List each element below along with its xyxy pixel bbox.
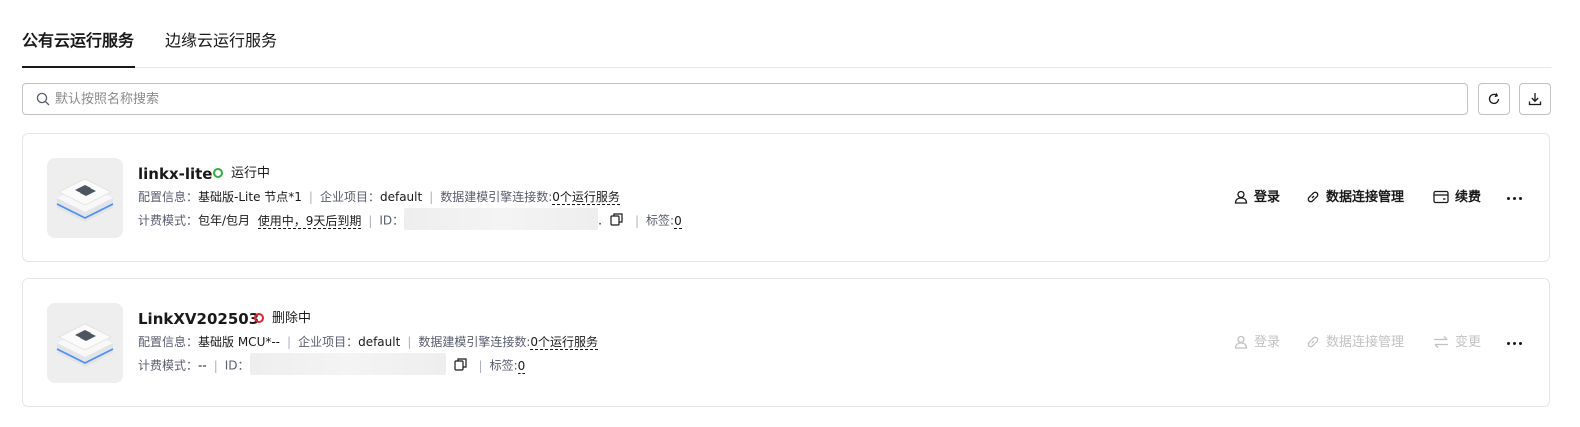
more-actions-button[interactable]: [1507, 188, 1523, 208]
tags-label: 标签:: [646, 213, 675, 228]
engine-connections-link[interactable]: 0个运行服务: [530, 335, 599, 350]
billing-label: 计费模式：: [138, 213, 199, 228]
renew-button[interactable]: 续费: [1433, 189, 1481, 207]
search-box: [22, 83, 1468, 115]
change-button[interactable]: 变更: [1433, 334, 1481, 352]
engine-label: 数据建模引擎连接数:: [440, 190, 553, 204]
config-line: 配置信息：基础版-Lite 节点*1 | 企业项目：default | 数据建模引擎连接…: [138, 190, 620, 205]
billing-value: --: [198, 358, 207, 373]
user-icon: [1234, 190, 1248, 204]
billing-value: 包年/包月: [198, 213, 251, 228]
status-badge: 运行中: [213, 165, 270, 183]
search-icon: [36, 92, 50, 106]
tab-public-cloud[interactable]: 公有云运行服务: [22, 30, 136, 68]
tags-count-link[interactable]: 0: [517, 358, 526, 374]
swap-icon: [1434, 335, 1448, 348]
status-badge: 删除中: [254, 310, 311, 328]
id-label: ID：: [224, 358, 250, 373]
download-button[interactable]: [1519, 83, 1551, 115]
download-icon: [1528, 93, 1542, 106]
config-value: 基础版 MCU*--: [198, 335, 281, 349]
device-icon: [56, 178, 114, 222]
more-actions-button[interactable]: [1507, 333, 1523, 353]
id-value-redacted: [404, 208, 599, 230]
project-label: 企业项目：: [319, 190, 380, 204]
billing-line: 计费模式：包年/包月 使用中，9天后到期 | ID：. | 标签:0: [138, 208, 682, 232]
tags-count-link[interactable]: 0: [674, 213, 682, 229]
project-value: default: [379, 190, 423, 204]
instance-name[interactable]: linkx-lite: [138, 164, 212, 184]
config-line: 配置信息：基础版 MCU*-- | 企业项目：default | 数据建模引擎连接数:0…: [138, 335, 599, 350]
refresh-button[interactable]: [1478, 83, 1510, 115]
copy-icon[interactable]: [453, 357, 467, 371]
device-icon: [56, 323, 114, 367]
project-label: 企业项目：: [298, 335, 359, 349]
billing-line: 计费模式：-- | ID： | 标签:0: [138, 353, 526, 377]
user-icon: [1234, 335, 1248, 349]
tags-label: 标签:: [489, 358, 518, 373]
config-label: 配置信息：: [138, 190, 199, 204]
status-text: 运行中: [231, 166, 271, 181]
service-tabs: 公有云运行服务 边缘云运行服务: [22, 0, 1551, 68]
instance-card: linkx-lite 运行中 配置信息：基础版-Lite 节点*1 | 企业项目：d…: [22, 133, 1550, 262]
id-label: ID：: [379, 213, 405, 228]
data-connection-button[interactable]: 数据连接管理: [1306, 334, 1404, 352]
instance-card: LinkXV202503 删除中 配置信息：基础版 MCU*-- | 企业项目：de…: [22, 278, 1550, 407]
billing-label: 计费模式：: [138, 358, 199, 373]
status-deleting-icon: [254, 312, 264, 323]
config-value: 基础版-Lite 节点*1: [198, 190, 302, 204]
engine-label: 数据建模引擎连接数:: [418, 335, 531, 349]
billing-status-link[interactable]: 使用中，9天后到期: [257, 213, 362, 229]
status-running-icon: [213, 167, 223, 178]
instance-thumbnail: [47, 158, 123, 238]
project-value: default: [358, 335, 401, 349]
status-text: 删除中: [272, 311, 312, 326]
data-connection-button[interactable]: 数据连接管理: [1306, 189, 1404, 207]
engine-connections-link[interactable]: 0个运行服务: [552, 190, 620, 205]
wallet-icon: [1433, 190, 1449, 203]
instance-thumbnail: [47, 303, 123, 383]
instance-name[interactable]: LinkXV202503: [138, 309, 259, 329]
id-value-redacted: [249, 353, 446, 375]
tab-edge-cloud[interactable]: 边缘云运行服务: [165, 30, 277, 52]
copy-icon[interactable]: [610, 212, 623, 226]
login-button[interactable]: 登录: [1234, 189, 1280, 207]
config-label: 配置信息：: [138, 335, 199, 349]
link-icon: [1307, 336, 1319, 347]
link-icon: [1307, 191, 1319, 202]
search-input[interactable]: [55, 85, 1455, 113]
login-button[interactable]: 登录: [1234, 334, 1280, 352]
refresh-icon: [1488, 93, 1500, 105]
